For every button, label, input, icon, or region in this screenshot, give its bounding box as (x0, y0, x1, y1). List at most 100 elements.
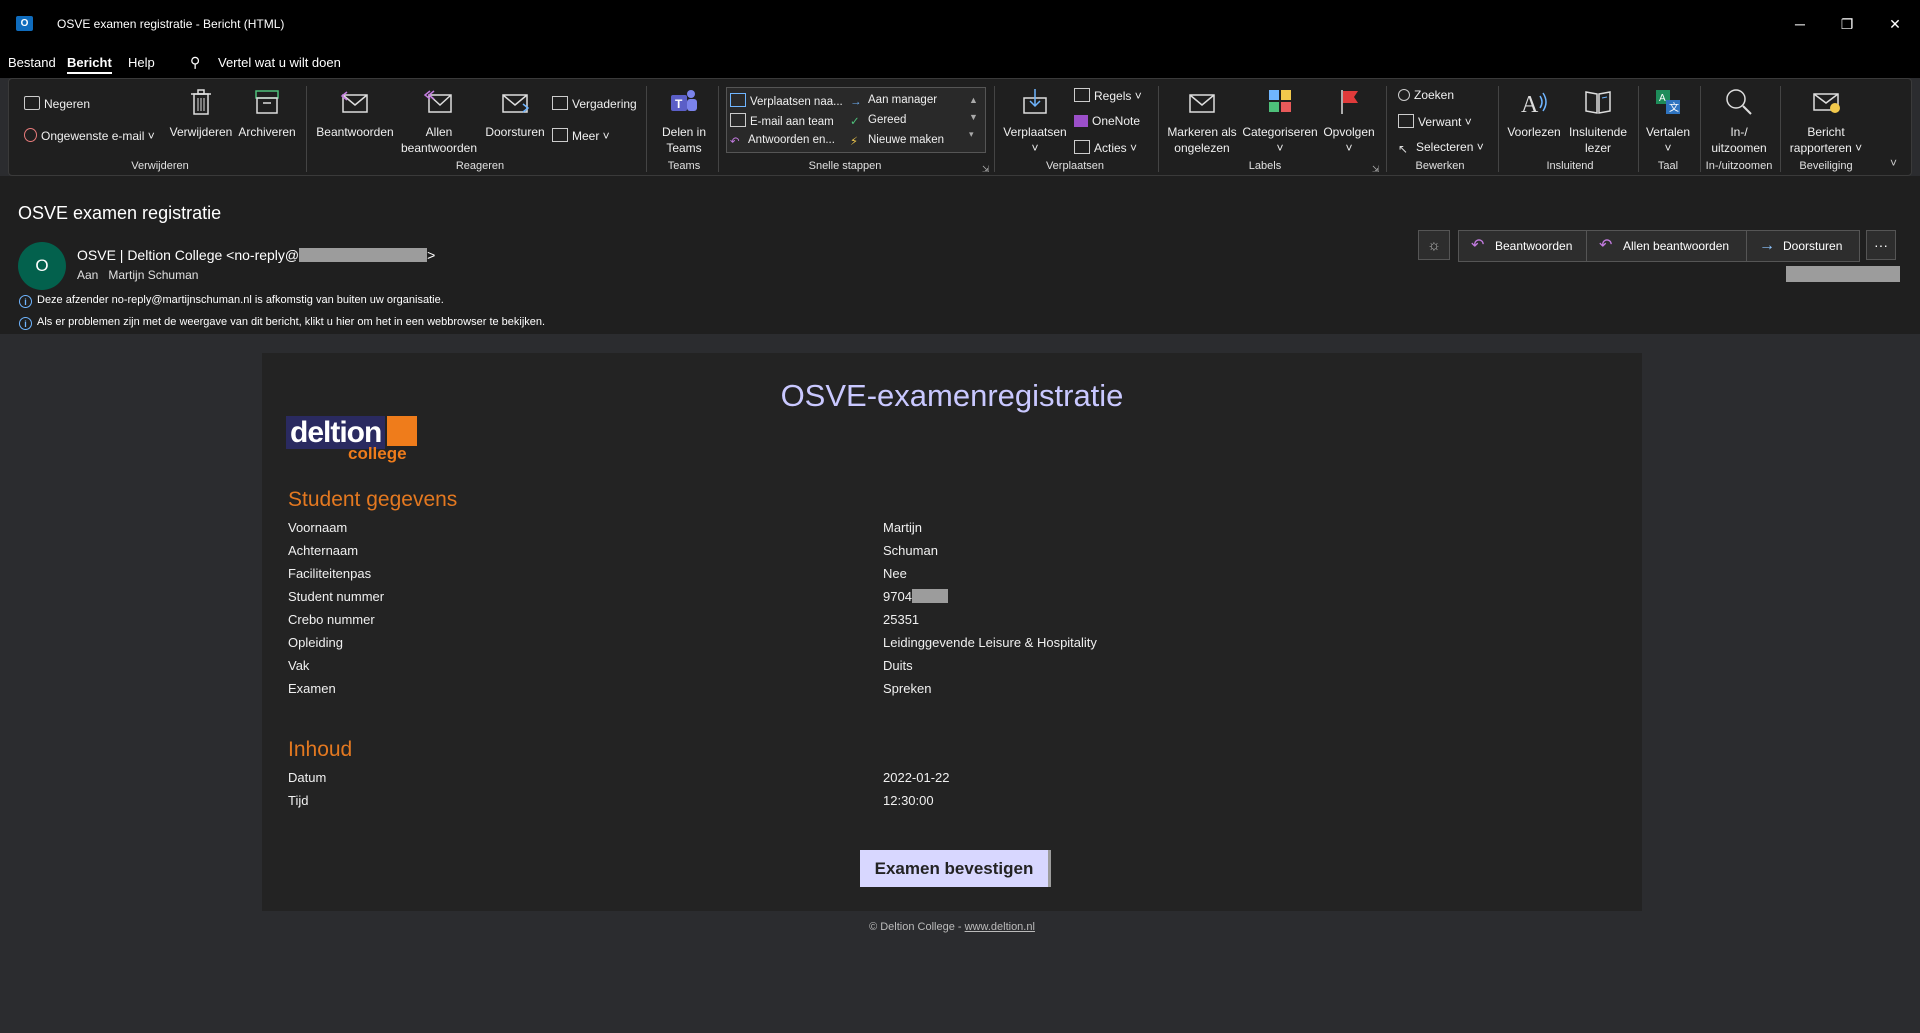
student-row-label: Achternaam (288, 543, 359, 558)
zoeken-button[interactable]: Zoeken (1398, 88, 1454, 102)
move-folder-icon (730, 93, 746, 107)
regels-label: Regels (1094, 89, 1132, 103)
quick-step-label: E-mail aan team (750, 116, 834, 128)
more-actions-button[interactable]: ··· (1866, 230, 1896, 260)
group-label-beveiliging: Beveiliging (1799, 160, 1853, 172)
footer-link[interactable]: www.deltion.nl (965, 921, 1035, 933)
window-title: OSVE examen registratie - Bericht (HTML) (57, 17, 285, 31)
web-view-notice[interactable]: i Als er problemen zijn met de weergave v… (19, 316, 545, 330)
markeren-ongelezen-button[interactable]: Markeren als ongelezen (1164, 86, 1240, 156)
ongewenste-button[interactable]: Ongewenste e-mail ˅ (24, 128, 155, 143)
group-label-snelle-stappen: Snelle stappen (808, 160, 882, 172)
reply-all-label: Allen beantwoorden (1623, 239, 1730, 253)
verwijderen-button[interactable]: Verwijderen (168, 86, 234, 140)
zoom-label-2: uitzoomen (1711, 141, 1767, 155)
delen-label-2: Teams (666, 141, 702, 155)
info-text-2: Als er problemen zijn met de weergave va… (37, 316, 546, 328)
group-label-taal: Taal (1657, 160, 1679, 172)
vertalen-button[interactable]: A文 Vertalen ˅ (1640, 86, 1696, 156)
menu-bericht[interactable]: Bericht (67, 55, 112, 74)
menu-help[interactable]: Help (128, 55, 155, 70)
search-icon (1398, 89, 1410, 101)
flag-icon (1341, 90, 1358, 114)
delen-in-teams-button[interactable]: T Delen in Teams (652, 86, 716, 156)
group-label-insluitend: Insluitend (1546, 160, 1594, 172)
doorsturen-button[interactable]: Doorsturen (480, 86, 550, 140)
sender-line[interactable]: OSVE | Deltion College <no-reply@ > (77, 247, 435, 263)
quick-step-antwoorden[interactable]: ↶ Antwoorden en... (730, 133, 835, 148)
translate-icon: A文 (1656, 90, 1680, 114)
negeren-button[interactable]: Negeren (24, 96, 90, 111)
onenote-button[interactable]: OneNote (1074, 114, 1140, 128)
archiveren-button[interactable]: Archiveren (236, 86, 298, 140)
quick-step-email-team[interactable]: E-mail aan team (730, 113, 834, 129)
to-name[interactable]: Martijn Schuman (108, 268, 198, 282)
ribbon-separator (994, 86, 995, 172)
student-row-label: Vak (288, 658, 310, 673)
markeren-label-2: ongelezen (1174, 141, 1230, 155)
inhoud-row-label: Tijd (288, 793, 309, 808)
ribbon-collapse-icon[interactable]: ˅ (1890, 156, 1897, 170)
teams-icon: T (671, 90, 697, 111)
sender-suffix: > (427, 247, 436, 263)
vergadering-label: Vergadering (572, 97, 637, 111)
selecteren-label: Selecteren (1416, 140, 1474, 154)
restore-button[interactable]: ❐ (1827, 10, 1867, 38)
reply-all-button[interactable]: ↶ Allen beantwoorden (1587, 231, 1747, 261)
verwant-button[interactable]: Verwant ˅ (1398, 114, 1472, 129)
forward-label: Doorsturen (1783, 239, 1843, 253)
verplaatsen-button[interactable]: Verplaatsen ˅ (1000, 86, 1070, 156)
reply-all-icon (423, 90, 452, 113)
vergadering-button[interactable]: Vergadering (552, 96, 637, 111)
forward-button[interactable]: → Doorsturen (1747, 231, 1859, 261)
ribbon-separator (1158, 86, 1159, 172)
voorlezen-button[interactable]: A Voorlezen (1502, 86, 1566, 140)
bericht-rapporteren-button[interactable]: Bericht rapporteren ˅ (1784, 86, 1868, 156)
allen-beantwoorden-button[interactable]: Allen beantwoorden (398, 86, 480, 156)
zoom-button[interactable]: In-/ uitzoomen (1704, 86, 1774, 156)
dialog-launcher-icon[interactable]: ⇲ (982, 162, 990, 176)
quick-step-aan-manager[interactable]: → Aan manager (850, 93, 937, 108)
selecteren-button[interactable]: ↖ Selecteren ˅ (1398, 140, 1484, 156)
tell-me-search[interactable]: Vertel wat u wilt doen (218, 55, 341, 70)
insluitende-lezer-button[interactable]: Insluitende lezer (1564, 86, 1632, 156)
quick-step-verplaatsen[interactable]: Verplaatsen naa... (730, 93, 843, 109)
ribbon-separator (646, 86, 647, 172)
inhoud-row-value: 12:30:00 (883, 793, 934, 808)
beantwoorden-button[interactable]: Beantwoorden (314, 86, 396, 140)
lightbulb-icon: ⚲ (190, 54, 201, 70)
actions-icon (1074, 140, 1090, 154)
menu-bestand[interactable]: Bestand (8, 55, 56, 70)
minimize-button[interactable]: ─ (1780, 10, 1820, 38)
student-row-value: Leidinggevende Leisure & Hospitality (883, 635, 1097, 650)
student-row-label: Examen (288, 681, 336, 696)
magnifier-icon (1726, 89, 1752, 115)
acties-button[interactable]: Acties ˅ (1074, 140, 1137, 155)
deltion-logo: deltion college (286, 416, 418, 463)
onenote-label: OneNote (1092, 114, 1141, 128)
quick-step-label: Nieuwe maken (868, 134, 945, 146)
doorsturen-label: Doorsturen (485, 125, 545, 139)
inhoud-row-value: 2022-01-22 (883, 770, 950, 785)
categoriseren-button[interactable]: Categoriseren ˅ (1240, 86, 1320, 156)
dialog-launcher-icon[interactable]: ⇲ (1372, 162, 1380, 176)
quick-steps-scroll[interactable]: ▲ ▼ ▾ (969, 92, 978, 143)
forward-icon (502, 94, 530, 113)
student-row-value: Nee (883, 566, 907, 581)
regels-button[interactable]: Regels ˅ (1074, 88, 1142, 103)
close-button[interactable]: ✕ (1875, 10, 1915, 38)
student-row-value: Schuman (883, 543, 938, 558)
quick-step-gereed[interactable]: ✓ Gereed (850, 113, 906, 128)
avatar[interactable]: O (18, 242, 66, 290)
rules-icon (1074, 88, 1090, 102)
sun-icon[interactable]: ☼ (1418, 230, 1450, 260)
opvolgen-button[interactable]: Opvolgen ˅ (1318, 86, 1380, 156)
quick-step-nieuw[interactable]: ⚡ Nieuwe maken (850, 133, 945, 148)
confirm-exam-button[interactable]: Examen bevestigen (860, 850, 1051, 887)
student-row-value: 25351 (883, 612, 920, 627)
logo-mark-icon (387, 416, 418, 446)
reply-button[interactable]: ↶ Beantwoorden (1459, 231, 1587, 261)
meer-button[interactable]: Meer ˅ (552, 128, 610, 143)
student-row-label: Crebo nummer (288, 612, 375, 627)
negeren-label: Negeren (44, 97, 91, 111)
